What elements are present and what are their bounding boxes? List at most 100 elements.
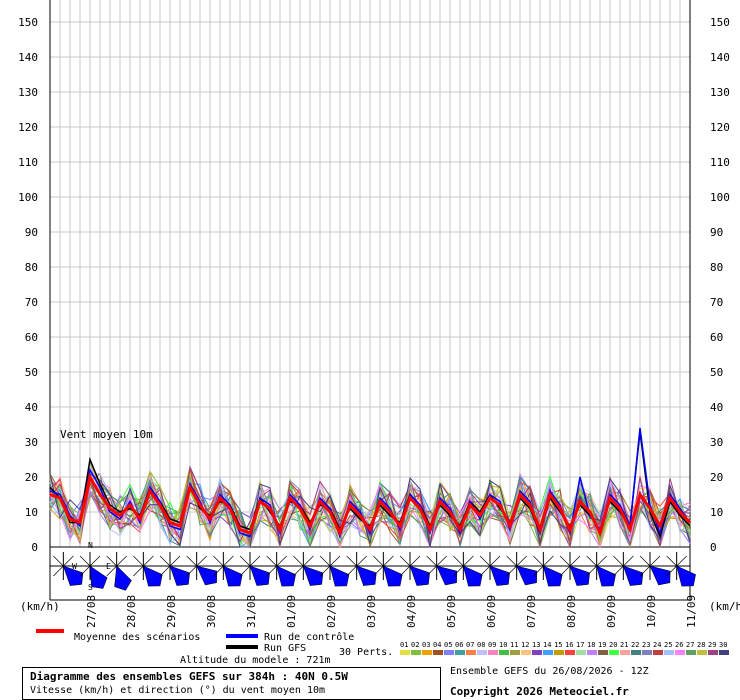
legend-pert-id: 29 (708, 641, 716, 649)
legend-pert-id: 22 (631, 641, 639, 649)
legend-pert-id: 12 (521, 641, 529, 649)
legend-pert-swatch (543, 650, 553, 655)
legend-pert-id: 26 (675, 641, 683, 649)
y-tick-left: 30 (25, 436, 38, 449)
chart-subtitle: Vitesse (km/h) et direction (°) du vent … (30, 685, 326, 696)
wind-direction-wedge (276, 565, 296, 587)
wind-direction-wedge (114, 565, 132, 591)
x-date-label: 27/08 (85, 595, 98, 628)
legend-perts-label: 30 Perts. (339, 647, 393, 658)
chart-title: Diagramme des ensembles GEFS sur 384h : … (30, 670, 348, 683)
legend-pert-swatch (576, 650, 586, 655)
x-date-label: 28/08 (125, 595, 138, 628)
legend-pert-swatch (686, 650, 696, 655)
legend-pert-id: 30 (719, 641, 727, 649)
y-tick-left: 110 (18, 156, 38, 169)
y-tick-right: 40 (710, 401, 723, 414)
y-tick-right: 90 (710, 226, 723, 239)
x-date-label: 04/09 (405, 595, 418, 628)
legend-pert-id: 15 (554, 641, 562, 649)
y-tick-right: 130 (710, 86, 730, 99)
legend-pert-swatch (653, 650, 663, 655)
legend-pert-swatch (565, 650, 575, 655)
x-date-label: 11/09 (685, 595, 698, 628)
y-tick-right: 10 (710, 506, 723, 519)
y-tick-right: 120 (710, 121, 730, 134)
legend-pert-id: 08 (477, 641, 485, 649)
legend-pert-swatch (433, 650, 443, 655)
legend-pert-id: 01 (400, 641, 408, 649)
legend-pert-swatch (675, 650, 685, 655)
y-tick-right: 100 (710, 191, 730, 204)
legend-pert-swatch (598, 650, 608, 655)
title-box: Diagramme des ensembles GEFS sur 384h : … (22, 667, 441, 700)
x-date-label: 08/09 (565, 595, 578, 628)
y-tick-left: 90 (25, 226, 38, 239)
y-tick-left: 80 (25, 261, 38, 274)
legend-pert-id: 06 (455, 641, 463, 649)
legend-pert-swatch (609, 650, 619, 655)
x-date-label: 09/09 (605, 595, 618, 628)
ensemble-label: Ensemble GEFS du 26/08/2026 - 12Z (450, 666, 649, 677)
legend-pert-swatch (719, 650, 729, 655)
legend-pert-swatch (455, 650, 465, 655)
legend-pert-swatch (642, 650, 652, 655)
wind-direction-wedge (676, 565, 696, 587)
wind-direction-wedge (222, 565, 243, 587)
legend-pert-id: 21 (620, 641, 628, 649)
legend-pert-swatch (664, 650, 674, 655)
x-date-label: 05/09 (445, 595, 458, 628)
legend-pert-id: 07 (466, 641, 474, 649)
y-tick-right: 140 (710, 51, 730, 64)
y-tick-right: 20 (710, 471, 723, 484)
legend-pert-swatch (411, 650, 421, 655)
y-tick-left: 140 (18, 51, 38, 64)
y-tick-left: 60 (25, 331, 38, 344)
legend-pert-swatch (708, 650, 718, 655)
wind-direction-wedge (329, 565, 350, 587)
rose-w-label: W (72, 562, 77, 571)
legend-pert-swatch (620, 650, 630, 655)
wind-direction-wedge (542, 565, 563, 587)
y-unit-right: (km/h) (709, 600, 740, 613)
series-label: Vent moyen 10m (60, 428, 153, 441)
y-tick-left: 150 (18, 16, 38, 29)
legend-pert-id: 18 (587, 641, 595, 649)
y-tick-right: 150 (710, 16, 730, 29)
y-tick-right: 0 (710, 541, 717, 554)
wind-direction-wedge (462, 565, 483, 587)
wind-direction-wedge (382, 565, 403, 587)
y-tick-left: 120 (18, 121, 38, 134)
legend-pert-swatch (587, 650, 597, 655)
legend-pert-swatch (499, 650, 509, 655)
y-tick-left: 40 (25, 401, 38, 414)
legend-pert-swatch (488, 650, 498, 655)
x-date-label: 29/08 (165, 595, 178, 628)
legend-pert-id: 20 (609, 641, 617, 649)
legend-pert-swatch (631, 650, 641, 655)
y-tick-right: 70 (710, 296, 723, 309)
y-tick-left: 50 (25, 366, 38, 379)
altitude-label: Altitude du modele : 721m (180, 655, 331, 666)
legend-pert-swatch (477, 650, 487, 655)
x-date-label: 03/09 (365, 595, 378, 628)
legend-pert-swatch (466, 650, 476, 655)
x-date-label: 31/08 (245, 595, 258, 628)
legend-pert-id: 13 (532, 641, 540, 649)
y-tick-right: 50 (710, 366, 723, 379)
x-date-label: 02/09 (325, 595, 338, 628)
y-tick-left: 20 (25, 471, 38, 484)
y-tick-left: 10 (25, 506, 38, 519)
y-tick-left: 100 (18, 191, 38, 204)
legend-pert-id: 09 (488, 641, 496, 649)
legend-pert-id: 03 (422, 641, 430, 649)
legend-pert-id: 28 (697, 641, 705, 649)
legend-pert-swatch (554, 650, 564, 655)
y-tick-left: 130 (18, 86, 38, 99)
copyright-label: Copyright 2026 Meteociel.fr (450, 685, 629, 698)
legend-control-label: Run de contrôle (264, 631, 354, 643)
y-tick-left: 70 (25, 296, 38, 309)
legend-pert-swatch (444, 650, 454, 655)
legend-pert-id: 04 (433, 641, 441, 649)
legend-pert-id: 05 (444, 641, 452, 649)
